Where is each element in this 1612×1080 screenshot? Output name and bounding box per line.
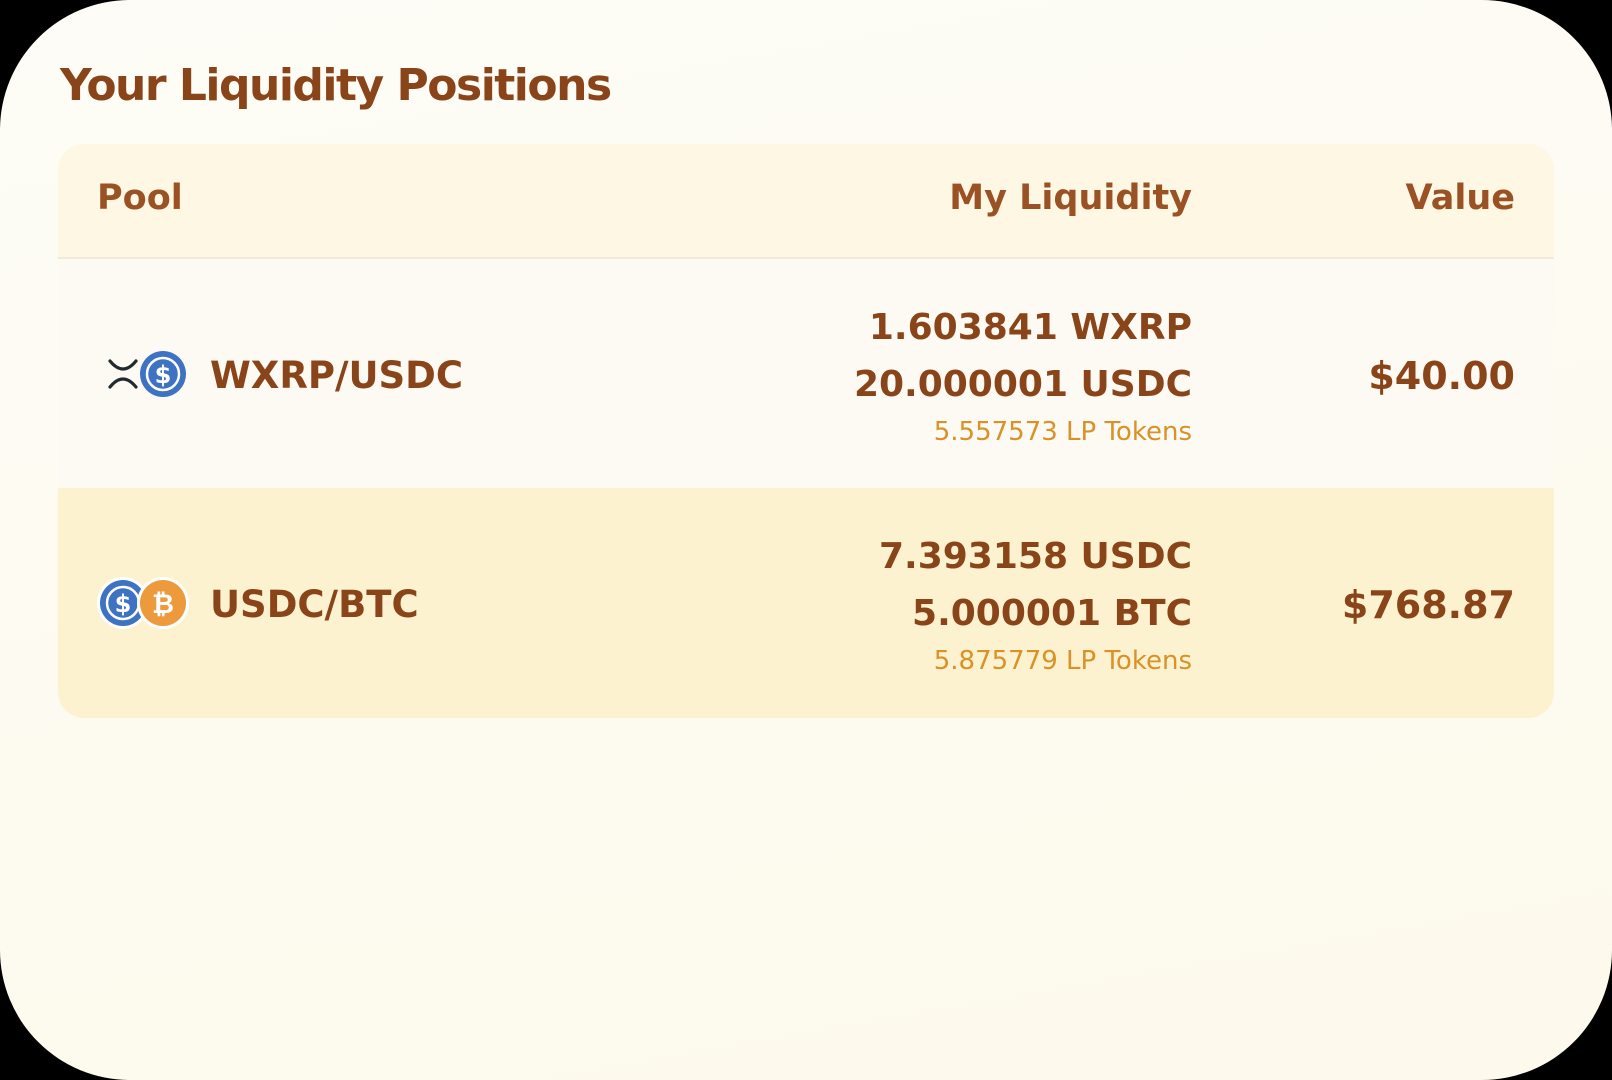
lp-tokens: 5.557573 LP Tokens (933, 417, 1192, 447)
svg-text:₿: ₿ (152, 589, 174, 620)
btc-icon: ₿ (137, 577, 189, 629)
position-value: $768.87 (1341, 583, 1515, 627)
lp-tokens: 5.875779 LP Tokens (933, 646, 1192, 676)
svg-text:$: $ (155, 361, 172, 389)
my-liquidity-cell: 1.603841 WXRP 20.000001 USDC 5.557573 LP… (854, 299, 1192, 451)
position-value: $40.00 (1368, 354, 1515, 398)
usdc-icon: $ (137, 348, 189, 400)
token-a-amount: 7.393158 USDC (878, 536, 1192, 577)
token-b-amount: 5.000001 BTC (912, 593, 1192, 634)
token-a-amount: 1.603841 WXRP (868, 307, 1192, 348)
pool-pair-name: USDC/BTC (210, 583, 419, 626)
liquidity-positions-table: Pool My Liquidity Value $ WXRP/USDC 1.60… (58, 144, 1554, 718)
pool-token-icons: $ ₿ (96, 576, 192, 630)
column-header-my-liquidity: My Liquidity (949, 178, 1192, 218)
my-liquidity-cell: 7.393158 USDC 5.000001 BTC 5.875779 LP T… (879, 528, 1192, 680)
svg-text:$: $ (115, 590, 132, 618)
app-frame: Your Liquidity Positions Pool My Liquidi… (0, 0, 1612, 1080)
table-row[interactable]: $ ₿ USDC/BTC 7.393158 USDC 5.000001 BTC … (58, 488, 1554, 718)
pool-token-icons: $ (96, 347, 192, 401)
token-b-amount: 20.000001 USDC (853, 364, 1192, 405)
column-header-pool: Pool (97, 178, 183, 218)
pool-pair-name: WXRP/USDC (210, 354, 464, 397)
column-header-value: Value (1405, 178, 1515, 218)
table-row[interactable]: $ WXRP/USDC 1.603841 WXRP 20.000001 USDC… (58, 259, 1554, 489)
page-title: Your Liquidity Positions (60, 60, 612, 111)
table-header: Pool My Liquidity Value (58, 144, 1554, 259)
